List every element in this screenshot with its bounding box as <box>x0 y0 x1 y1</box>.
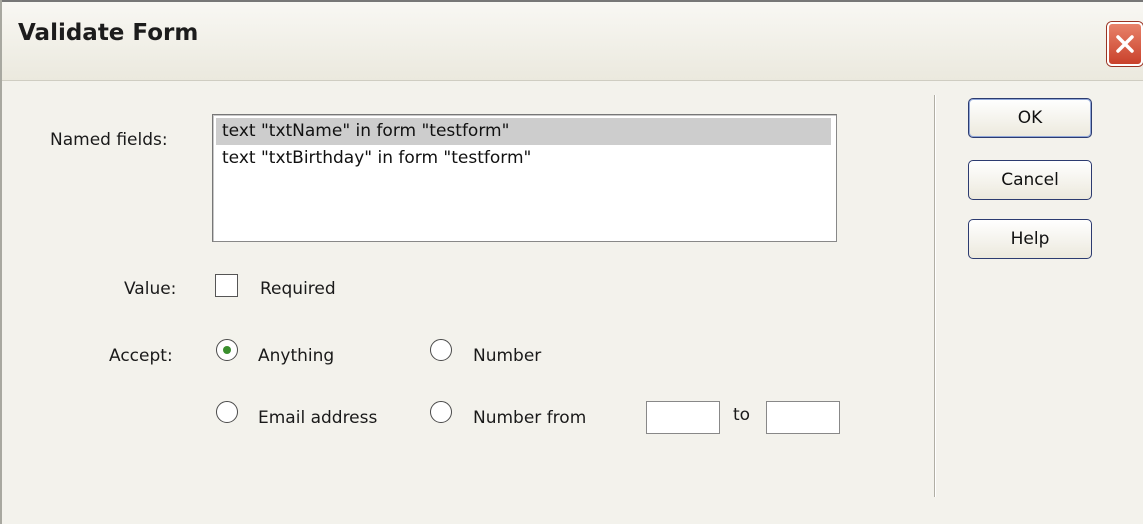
list-item[interactable]: text "txtBirthday" in form "testform" <box>216 145 831 172</box>
list-item[interactable]: text "txtName" in form "testform" <box>216 118 831 145</box>
anything-radio[interactable] <box>216 339 238 361</box>
title-bar[interactable]: Validate Form <box>2 0 1143 81</box>
number-from-radio-label: Number from <box>473 408 587 428</box>
help-button[interactable]: Help <box>968 219 1092 259</box>
cancel-button[interactable]: Cancel <box>968 160 1092 200</box>
number-to-input[interactable] <box>766 401 840 434</box>
to-label: to <box>733 405 751 425</box>
number-radio-label: Number <box>473 346 542 366</box>
dialog-title: Validate Form <box>18 20 199 46</box>
email-radio[interactable] <box>216 401 238 423</box>
close-button[interactable] <box>1107 22 1143 66</box>
named-fields-label: Named fields: <box>50 130 168 150</box>
named-fields-listbox[interactable]: text "txtName" in form "testform" text "… <box>212 114 837 242</box>
required-checkbox[interactable] <box>215 274 238 297</box>
number-from-radio[interactable] <box>430 401 452 423</box>
email-radio-label: Email address <box>258 408 378 428</box>
required-label: Required <box>260 279 336 299</box>
number-radio[interactable] <box>430 339 452 361</box>
close-icon <box>1116 35 1134 53</box>
number-from-input[interactable] <box>646 401 720 434</box>
ok-button[interactable]: OK <box>968 98 1092 138</box>
accept-label: Accept: <box>109 346 173 366</box>
validate-form-dialog: Validate Form Named fields: text "txtNam… <box>0 0 1143 524</box>
vertical-separator <box>934 95 936 497</box>
value-label: Value: <box>124 279 177 299</box>
anything-radio-label: Anything <box>258 346 335 366</box>
